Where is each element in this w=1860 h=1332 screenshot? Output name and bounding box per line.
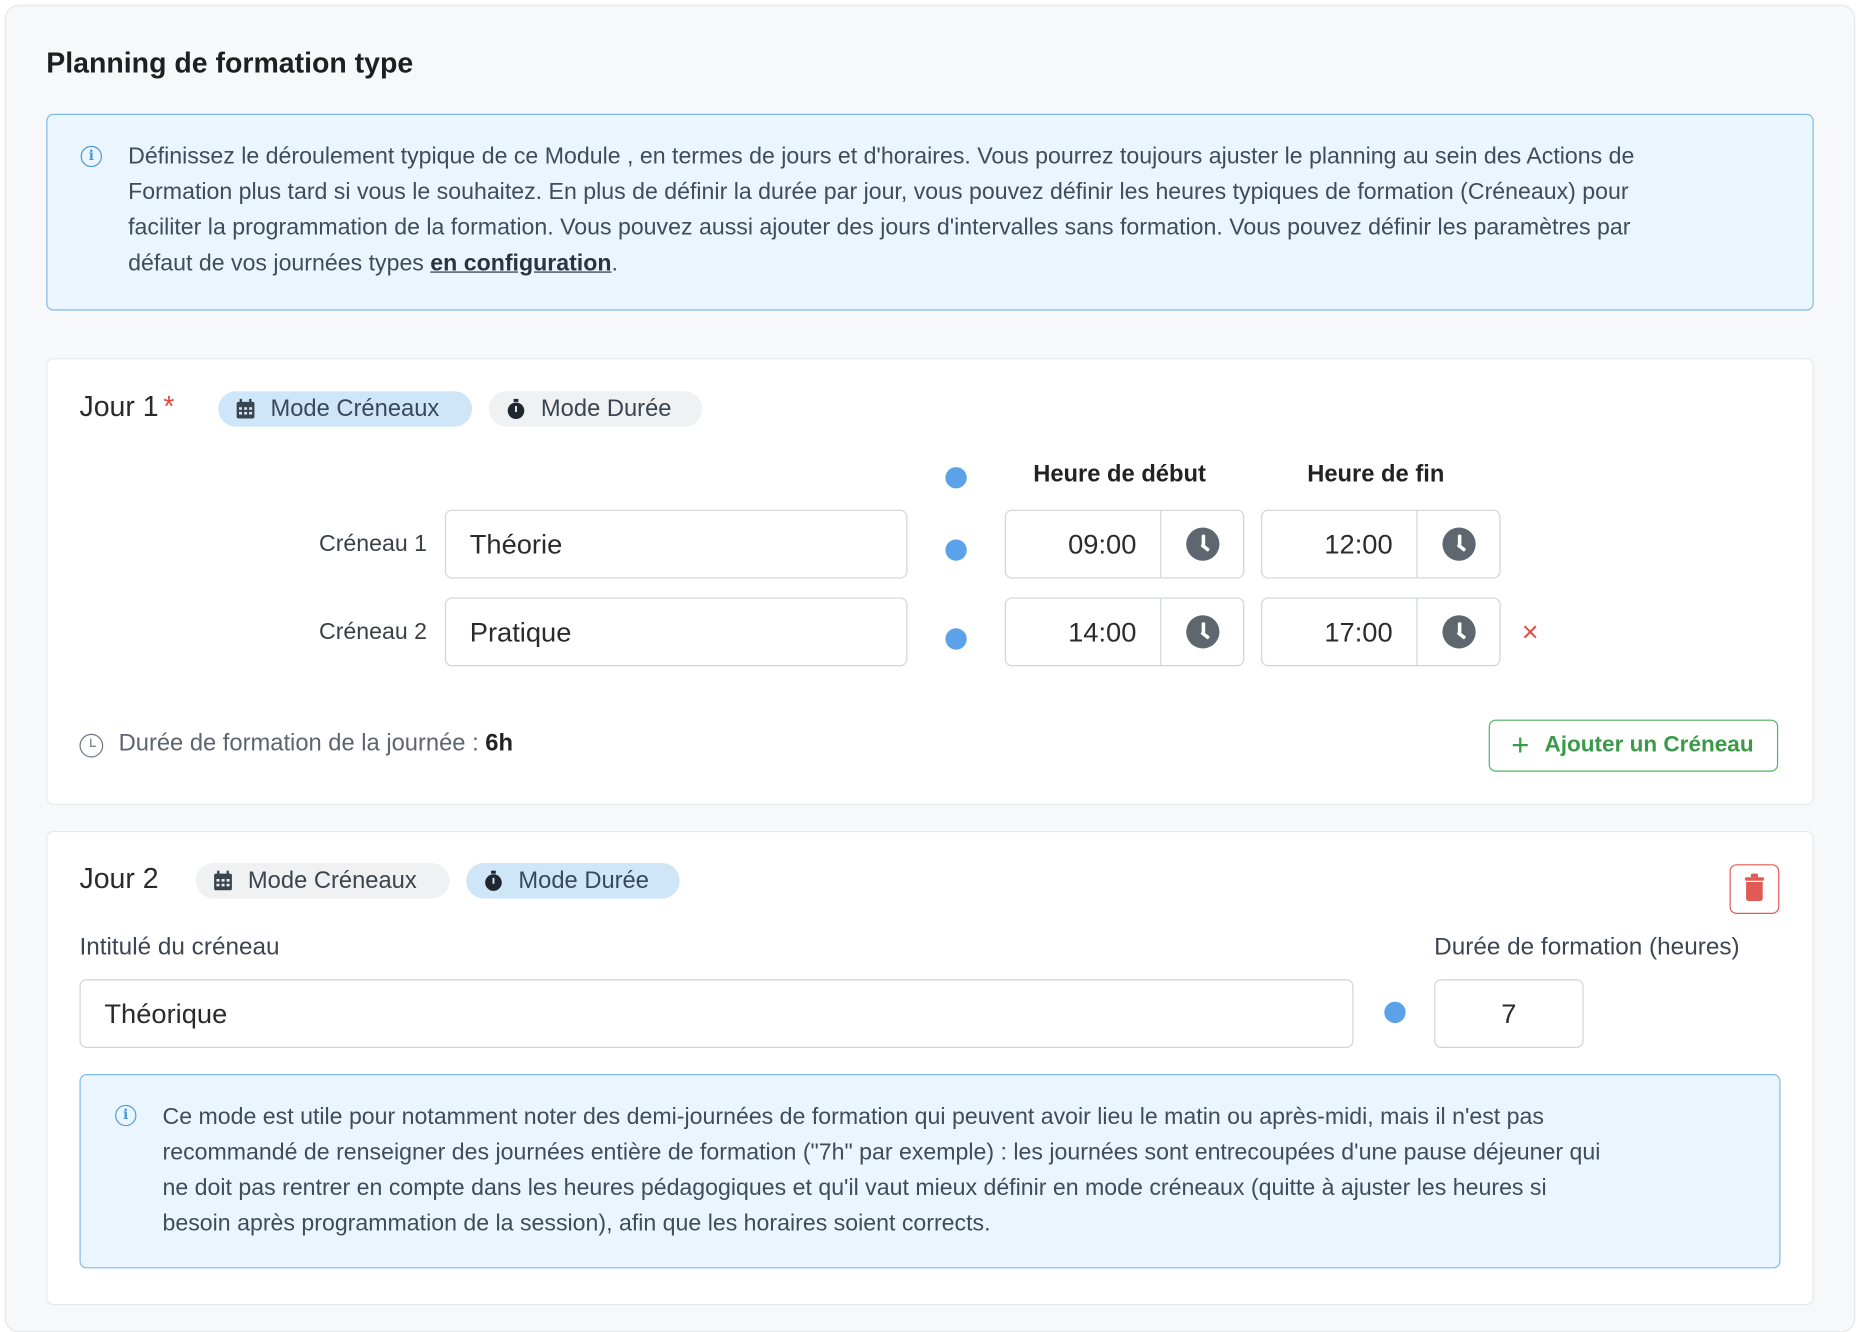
slot-2-label: Créneau 2	[319, 618, 428, 645]
slot-1-name-input[interactable]: Théorie	[444, 509, 908, 579]
intro-line-3: faciliter la programmation de la formati…	[128, 214, 1631, 241]
day-1-duration-value: 6h	[485, 730, 513, 757]
required-marker: *	[163, 391, 175, 424]
duration-info-line-4: besoin après programmation de la session…	[162, 1210, 991, 1237]
slot-2-name-input[interactable]: Pratique	[444, 597, 908, 667]
slot-1-label: Créneau 1	[319, 531, 428, 558]
info-icon: i	[115, 1104, 137, 1127]
slot-2-start-value[interactable]: 14:00	[1006, 599, 1160, 665]
intro-info-text: Définissez le déroulement typique de ce …	[128, 139, 1801, 281]
duration-info-line-2: recommandé de renseigner des journées en…	[162, 1139, 1601, 1166]
day-1-label: Jour 1 *	[79, 391, 175, 424]
duration-hours-label: Durée de formation (heures)	[1434, 932, 1740, 961]
duration-hours-input[interactable]: 7	[1434, 979, 1584, 1048]
calendar-icon	[236, 398, 255, 419]
clock-icon	[1442, 615, 1476, 649]
configuration-link[interactable]: en configuration	[430, 250, 611, 276]
trash-icon	[1744, 877, 1764, 881]
mode-duration-chip-day1[interactable]: Mode Durée	[488, 391, 703, 427]
add-slot-button[interactable]: + Ajouter un Créneau	[1488, 719, 1779, 772]
mode-duration-chip-day2[interactable]: Mode Durée	[466, 863, 680, 899]
end-time-header: Heure de fin	[1307, 461, 1445, 488]
slot-1-end-time[interactable]: 12:00	[1260, 509, 1501, 579]
calendar-icon	[214, 870, 232, 891]
stopwatch-icon	[485, 870, 502, 891]
slot-2-start-time[interactable]: 14:00	[1004, 597, 1245, 667]
slot-title-input[interactable]: Théorique	[79, 979, 1354, 1048]
planning-page: Planning de formation type i Définissez …	[0, 0, 1860, 1332]
mode-slots-chip-day1[interactable]: Mode Créneaux	[218, 391, 473, 427]
page-title: Planning de formation type	[46, 47, 414, 80]
slot-1-end-value[interactable]: 12:00	[1262, 511, 1416, 577]
clock-icon	[1186, 527, 1220, 561]
slot-1-dot-indicator	[945, 539, 967, 561]
trash-icon-body	[1746, 881, 1763, 901]
delete-day-button[interactable]	[1729, 864, 1780, 914]
stopwatch-icon	[507, 398, 525, 420]
slot-2-end-time[interactable]: 17:00	[1260, 597, 1501, 667]
slot-title-label: Intitulé du créneau	[79, 932, 280, 961]
day-2-dot-indicator	[1384, 1001, 1406, 1024]
clock-icon	[1442, 527, 1476, 561]
intro-line-1: Définissez le déroulement typique de ce …	[128, 143, 1635, 170]
info-icon: i	[80, 145, 103, 168]
slot-2-dot-indicator	[945, 628, 967, 650]
duration-clock-icon	[79, 733, 104, 758]
duration-info-line-1: Ce mode est utile pour notamment noter d…	[162, 1103, 1544, 1130]
slot-1-end-clock-button[interactable]	[1416, 510, 1499, 578]
slot-1-start-clock-button[interactable]	[1160, 510, 1243, 578]
duration-mode-info-text: Ce mode est utile pour notamment noter d…	[163, 1099, 1764, 1241]
intro-line-4: défaut de vos journées types en configur…	[128, 250, 618, 277]
remove-slot-2-icon[interactable]: ×	[1522, 618, 1539, 647]
intro-line-2: Formation plus tard si vous le souhaitez…	[128, 179, 1629, 206]
plus-icon: +	[1511, 726, 1530, 763]
mode-slots-chip-day2[interactable]: Mode Créneaux	[195, 863, 450, 899]
header-dot-indicator	[945, 467, 967, 489]
slot-2-end-value[interactable]: 17:00	[1262, 599, 1416, 665]
day-2-label: Jour 2	[79, 863, 159, 896]
start-time-header: Heure de début	[1033, 461, 1206, 488]
duration-info-line-3: ne doit pas rentrer en compte dans les h…	[162, 1174, 1547, 1201]
slot-1-start-value[interactable]: 09:00	[1006, 511, 1160, 577]
slot-1-start-time[interactable]: 09:00	[1004, 509, 1245, 579]
slot-2-end-clock-button[interactable]	[1416, 598, 1499, 666]
slot-2-start-clock-button[interactable]	[1160, 598, 1243, 666]
clock-icon	[1186, 615, 1220, 649]
day-1-total-duration: Durée de formation de la journée : 6h	[118, 730, 513, 757]
